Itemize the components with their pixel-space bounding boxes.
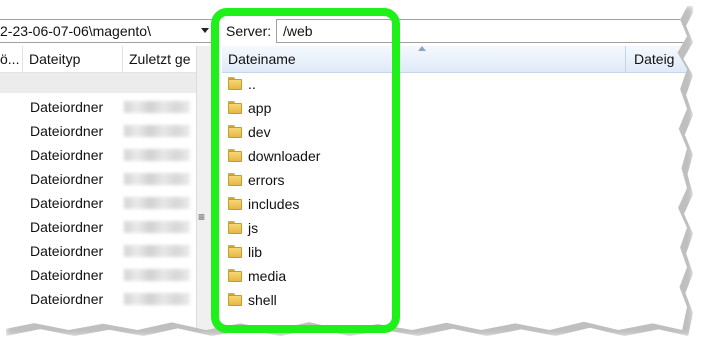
folder-icon (228, 221, 244, 234)
folder-icon (228, 245, 244, 258)
remote-item-name: .. (248, 76, 256, 92)
remote-item-name: lib (248, 244, 263, 260)
folder-icon (228, 269, 244, 282)
local-path-combobox[interactable]: 2-23-06-07-06\magento\ (0, 19, 213, 43)
dropdown-arrow-icon[interactable] (201, 28, 209, 33)
folder-icon (228, 101, 244, 114)
local-column-header-modified[interactable]: Zuletzt ge (123, 46, 196, 72)
local-list-row[interactable]: Dateiordner (0, 167, 196, 191)
local-list-row[interactable]: Dateiordner (0, 143, 196, 167)
remote-column-header-filesize[interactable]: Dateig (626, 46, 687, 72)
local-list-row[interactable]: Dateiordner (0, 215, 196, 239)
local-row-type: Dateiordner (30, 123, 104, 139)
redacted-modified-date (124, 245, 190, 257)
local-row-type: Dateiordner (30, 219, 104, 235)
remote-list-item[interactable]: shell (222, 288, 687, 312)
local-parent-row[interactable] (0, 73, 196, 93)
remote-item-name: media (248, 268, 287, 284)
remote-list-item[interactable]: downloader (222, 144, 687, 168)
remote-list-item[interactable]: includes (222, 192, 687, 216)
local-list-row[interactable]: Dateiordner (0, 119, 196, 143)
remote-item-name: shell (248, 292, 277, 308)
folder-icon (228, 173, 244, 186)
local-list-row[interactable]: Dateiordner (0, 191, 196, 215)
redacted-modified-date (124, 197, 190, 209)
local-row-type: Dateiordner (30, 99, 104, 115)
splitter-grip-icon[interactable]: ≡ (198, 211, 205, 223)
local-list-row[interactable]: Dateiordner (0, 239, 196, 263)
local-row-type: Dateiordner (30, 195, 104, 211)
redacted-modified-date (124, 173, 190, 185)
remote-list-item[interactable]: errors (222, 168, 687, 192)
remote-item-name: downloader (248, 148, 321, 164)
remote-list-header: Dateiname Dateig (222, 46, 687, 73)
remote-item-name: app (248, 100, 272, 116)
sort-ascending-icon (418, 46, 426, 51)
local-list-row[interactable]: Dateiordner (0, 263, 196, 287)
remote-item-name: js (248, 220, 259, 236)
redacted-modified-date (124, 293, 190, 305)
folder-icon (228, 197, 244, 210)
folder-icon (228, 77, 244, 90)
local-row-type: Dateiordner (30, 243, 104, 259)
folder-icon (228, 149, 244, 162)
ftp-client-window: 2-23-06-07-06\magento\ ö... Dateityp Zul… (0, 0, 687, 330)
redacted-modified-date (124, 125, 190, 137)
redacted-modified-date (124, 269, 190, 281)
server-path-input[interactable]: /web (276, 19, 687, 43)
screenshot-stage: 2-23-06-07-06\magento\ ö... Dateityp Zul… (0, 0, 703, 348)
local-row-type: Dateiordner (30, 291, 104, 307)
remote-list-item[interactable]: .. (222, 72, 687, 96)
local-pane-scrollbar[interactable] (196, 46, 220, 330)
local-column-header-type[interactable]: Dateityp (23, 46, 123, 72)
redacted-modified-date (124, 149, 190, 161)
local-list-row[interactable]: Dateiordner (0, 95, 196, 119)
local-row-type: Dateiordner (30, 147, 104, 163)
local-list-row[interactable]: Dateiordner (0, 287, 196, 311)
redacted-modified-date (124, 221, 190, 233)
folder-icon (228, 293, 244, 306)
redacted-modified-date (124, 101, 190, 113)
remote-item-name: errors (248, 172, 285, 188)
remote-list-item[interactable]: lib (222, 240, 687, 264)
local-column-header-filesize[interactable]: ö... (0, 46, 23, 72)
remote-list-item[interactable]: media (222, 264, 687, 288)
remote-list-item[interactable]: dev (222, 120, 687, 144)
server-path-label: Server: (222, 19, 274, 43)
local-list-header: ö... Dateityp Zuletzt ge (0, 46, 196, 73)
local-row-type: Dateiordner (30, 267, 104, 283)
local-row-type: Dateiordner (30, 171, 104, 187)
remote-list-item[interactable]: js (222, 216, 687, 240)
remote-list-item[interactable]: app (222, 96, 687, 120)
remote-item-name: includes (248, 196, 300, 212)
local-path-text: 2-23-06-07-06\magento\ (0, 23, 151, 39)
remote-item-name: dev (248, 124, 271, 140)
folder-icon (228, 125, 244, 138)
